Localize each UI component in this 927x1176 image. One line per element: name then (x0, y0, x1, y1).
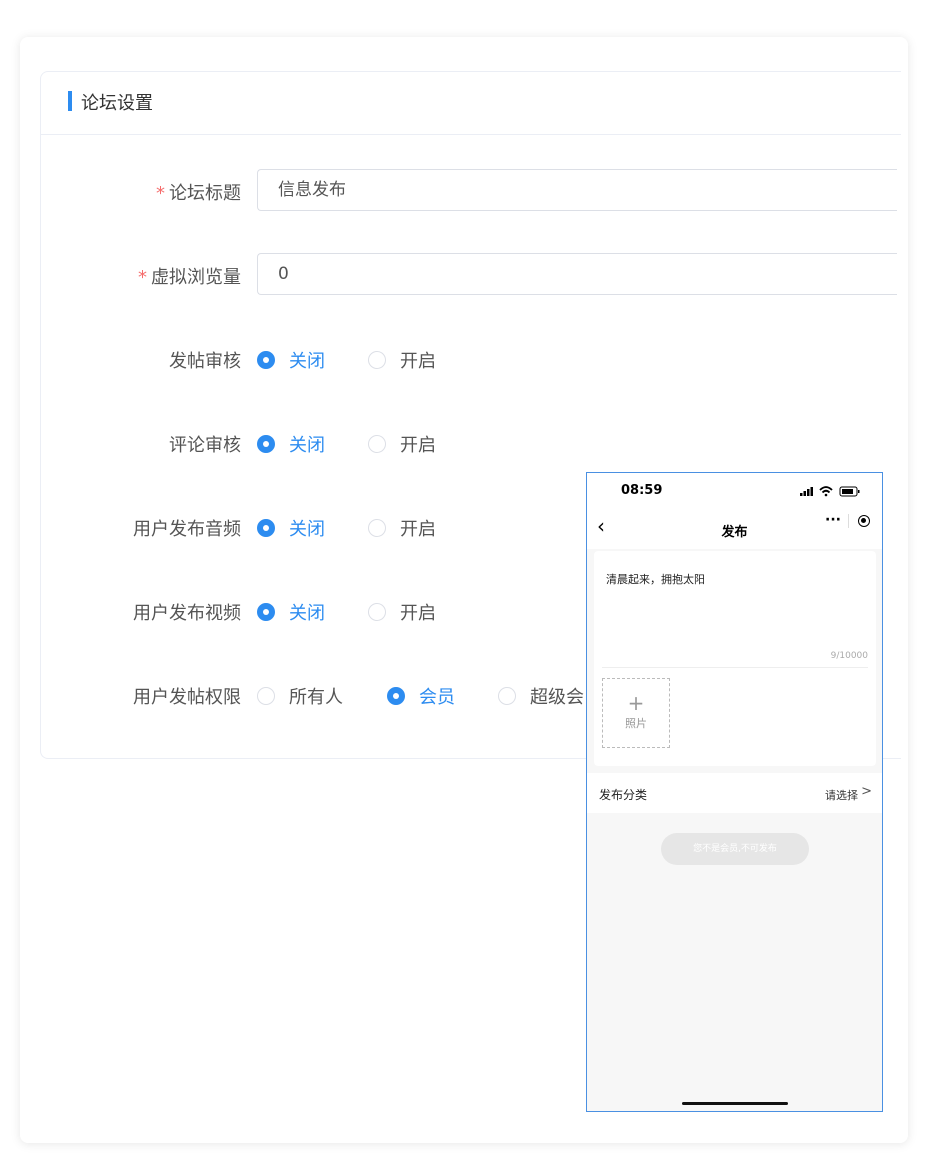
status-bar: 08:59 (587, 473, 882, 509)
post-permission-label: 用户发帖权限 (133, 687, 241, 708)
post-editor: 清晨起来，拥抱太阳 9/10000 + 照片 (594, 551, 876, 766)
nav-bar: ‹ 发布 ··· (587, 509, 882, 549)
radio-dot (387, 687, 405, 705)
form-row-title: * 论坛标题 信息发布 (41, 169, 901, 213)
comment-review-radio-off[interactable]: 关闭 (257, 431, 325, 457)
capsule-divider (848, 514, 849, 528)
form-row-post-review: 发帖审核 关闭 开启 (41, 337, 901, 381)
user-audio-radio-off[interactable]: 关闭 (257, 515, 325, 541)
user-video-label: 用户发布视频 (133, 603, 241, 624)
post-review-radio-on[interactable]: 开启 (368, 347, 436, 373)
radio-dot (257, 435, 275, 453)
radio-dot (498, 687, 516, 705)
publish-button[interactable]: 您不是会员,不可发布 (661, 833, 809, 865)
permission-radio-everyone[interactable]: 所有人 (257, 683, 343, 709)
mobile-preview: 08:59 ‹ 发布 ··· 清晨起来，拥抱太阳 9/10000 + 照片 发布… (586, 472, 883, 1112)
user-audio-radio-on[interactable]: 开启 (368, 515, 436, 541)
radio-dot (257, 351, 275, 369)
virtual-views-input[interactable]: 0 (257, 253, 897, 295)
post-review-radio-off[interactable]: 关闭 (257, 347, 325, 373)
title-label: * 论坛标题 (156, 183, 241, 204)
char-counter: 9/10000 (830, 651, 868, 661)
status-time: 08:59 (621, 483, 663, 498)
user-video-radio-off[interactable]: 关闭 (257, 599, 325, 625)
card-header: 论坛设置 (41, 72, 901, 135)
permission-radio-super-member[interactable]: 超级会 (498, 683, 584, 709)
form-row-comment-review: 评论审核 关闭 开启 (41, 421, 901, 465)
radio-dot (257, 687, 275, 705)
comment-review-label: 评论审核 (169, 435, 241, 456)
permission-radio-member[interactable]: 会员 (387, 683, 455, 709)
forum-title-input[interactable]: 信息发布 (257, 169, 897, 211)
user-audio-label: 用户发布音频 (133, 519, 241, 540)
category-value: 请选择 (825, 789, 858, 802)
divider (602, 667, 868, 668)
plus-icon: + (627, 691, 645, 715)
radio-dot (368, 519, 386, 537)
home-indicator (682, 1102, 788, 1105)
card-title: 论坛设置 (81, 93, 153, 114)
user-video-radio-on[interactable]: 开启 (368, 599, 436, 625)
post-review-label: 发帖审核 (169, 351, 241, 372)
required-mark: * (156, 183, 165, 204)
category-selector[interactable]: 发布分类 请选择 > (587, 773, 882, 813)
views-label: * 虚拟浏览量 (138, 267, 241, 288)
post-textarea[interactable]: 清晨起来，拥抱太阳 (606, 571, 705, 587)
more-icon[interactable]: ··· (825, 512, 841, 528)
required-mark: * (138, 267, 147, 288)
comment-review-radio-on[interactable]: 开启 (368, 431, 436, 457)
form-row-views: * 虚拟浏览量 0 (41, 253, 901, 297)
close-target-icon[interactable] (858, 515, 870, 527)
radio-dot (368, 351, 386, 369)
photo-upload-button[interactable]: + 照片 (602, 678, 670, 748)
chevron-right-icon: > (861, 784, 872, 799)
radio-dot (368, 435, 386, 453)
signal-wifi-battery-icon (800, 486, 860, 497)
category-label: 发布分类 (599, 788, 648, 802)
radio-dot (257, 603, 275, 621)
radio-dot (257, 519, 275, 537)
title-accent-bar (68, 91, 72, 111)
upload-label: 照片 (625, 717, 647, 730)
radio-dot (368, 603, 386, 621)
